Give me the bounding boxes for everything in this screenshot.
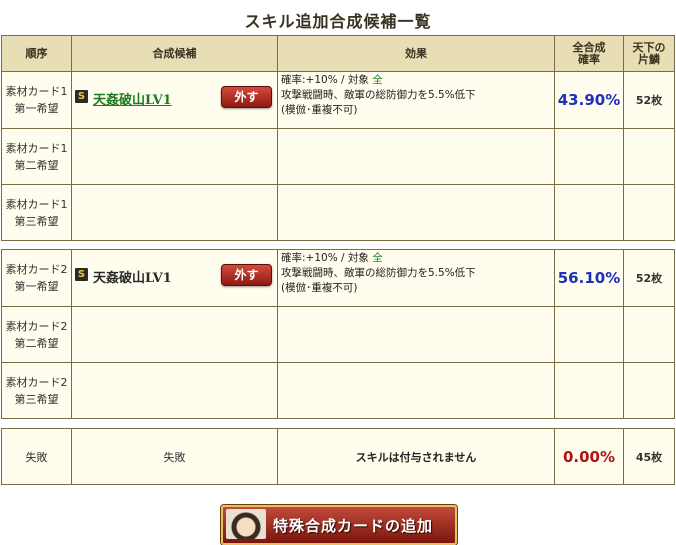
effect-note: (模倣･重複不可) <box>281 282 358 294</box>
order-label: 素材カード2 <box>5 263 68 276</box>
order-label: 素材カード2 <box>5 375 68 389</box>
preference-label: 第二希望 <box>14 336 59 350</box>
header-effect: 効果 <box>277 35 555 72</box>
candidate-cell-empty[interactable] <box>71 184 278 241</box>
effect-target-all: 全 <box>372 74 383 86</box>
success-rate: 56.10% <box>554 249 624 307</box>
count-cell-empty <box>623 128 675 185</box>
order-cell: 素材カード1 第三希望 <box>1 184 72 241</box>
general-portrait-icon <box>226 509 266 539</box>
header-candidate: 合成候補 <box>71 35 278 72</box>
add-special-card-button[interactable]: 特殊合成カードの追加 <box>221 505 457 545</box>
failure-row: 失敗 失敗 スキルは付与されません 0.00% 45枚 <box>1 428 675 485</box>
candidate-cell-empty[interactable] <box>71 306 278 363</box>
failure-candidate: 失敗 <box>71 428 278 485</box>
effect-cell-empty <box>277 306 555 363</box>
failure-order: 失敗 <box>1 428 72 485</box>
count-cell-empty <box>623 184 675 241</box>
failure-table: 失敗 失敗 スキルは付与されません 0.00% 45枚 <box>1 428 675 485</box>
effect-cell: 確率:+10% / 対象 全 攻撃戦闘時、敵軍の総防御力を5.5%低下 (模倣･… <box>277 71 555 129</box>
s-rank-icon: S <box>75 90 88 103</box>
rate-cell-empty <box>554 184 624 241</box>
effect-rate-target: 確率:+10% / 対象 <box>281 74 373 86</box>
preference-label: 第一希望 <box>14 280 59 293</box>
failure-effect: スキルは付与されません <box>277 428 555 485</box>
failure-rate: 0.00% <box>554 428 624 485</box>
order-label: 素材カード1 <box>5 85 68 98</box>
table-header-row: 順序 合成候補 効果 全合成 確率 天下の 片鱗 <box>1 35 675 72</box>
effect-cell-empty <box>277 184 555 241</box>
candidate-cell: S 天姦破山LV1 外す <box>71 249 278 307</box>
order-cell: 素材カード2 第二希望 <box>1 306 72 363</box>
table-row: 素材カード2 第二希望 <box>1 306 675 363</box>
header-fragments: 天下の 片鱗 <box>623 35 675 72</box>
table-row: 素材カード1 第一希望 S 天姦破山LV1 外す 確率:+10% / 対象 全 攻… <box>1 71 675 129</box>
page-title: スキル追加合成候補一覧 <box>244 12 432 31</box>
rate-cell-empty <box>554 306 624 363</box>
effect-rate-target: 確率:+10% / 対象 <box>281 252 373 264</box>
table-row: 素材カード1 第二希望 <box>1 128 675 185</box>
candidate-cell: S 天姦破山LV1 外す <box>71 71 278 129</box>
table-row: 素材カード1 第三希望 <box>1 184 675 241</box>
count-cell-empty <box>623 306 675 363</box>
order-label: 素材カード2 <box>5 319 68 333</box>
effect-note: (模倣･重複不可) <box>281 104 358 116</box>
preference-label: 第三希望 <box>14 392 59 406</box>
preference-label: 第二希望 <box>14 158 59 172</box>
order-cell: 素材カード2 第一希望 <box>1 249 72 307</box>
order-cell: 素材カード2 第三希望 <box>1 362 72 419</box>
skill-name: 天姦破山LV1 <box>93 271 172 286</box>
order-label: 素材カード1 <box>5 141 68 155</box>
fragment-count: 52枚 <box>623 249 675 307</box>
candidate-cell-empty[interactable] <box>71 128 278 185</box>
add-special-card-label: 特殊合成カードの追加 <box>273 517 434 535</box>
header-fragments-line2: 片鱗 <box>638 52 660 66</box>
effect-description: 攻撃戦闘時、敵軍の総防御力を5.5%低下 <box>281 89 476 101</box>
s-rank-icon: S <box>75 268 88 281</box>
effect-target-all: 全 <box>372 252 383 264</box>
count-cell-empty <box>623 362 675 419</box>
effect-description: 攻撃戦闘時、敵軍の総防御力を5.5%低下 <box>281 267 476 279</box>
rate-cell-empty <box>554 362 624 419</box>
material1-table: 順序 合成候補 効果 全合成 確率 天下の 片鱗 素材カード1 第一希望 S 天姦破山… <box>1 35 675 241</box>
effect-cell-empty <box>277 128 555 185</box>
order-cell: 素材カード1 第二希望 <box>1 128 72 185</box>
candidate-cell-empty[interactable] <box>71 362 278 419</box>
order-label: 素材カード1 <box>5 197 68 211</box>
effect-cell-empty <box>277 362 555 419</box>
header-rate: 全合成 確率 <box>554 35 624 72</box>
rate-cell-empty <box>554 128 624 185</box>
remove-button[interactable]: 外す <box>221 264 272 286</box>
header-rate-line2: 確率 <box>578 52 600 66</box>
success-rate: 43.90% <box>554 71 624 129</box>
table-row: 素材カード2 第三希望 <box>1 362 675 419</box>
effect-cell: 確率:+10% / 対象 全 攻撃戦闘時、敵軍の総防御力を5.5%低下 (模倣･… <box>277 249 555 307</box>
preference-label: 第三希望 <box>14 214 59 228</box>
failure-count: 45枚 <box>623 428 675 485</box>
material2-table: 素材カード2 第一希望 S 天姦破山LV1 外す 確率:+10% / 対象 全 攻… <box>1 249 675 419</box>
fragment-count: 52枚 <box>623 71 675 129</box>
skill-name-link[interactable]: 天姦破山LV1 <box>93 89 172 108</box>
remove-button[interactable]: 外す <box>221 86 272 108</box>
header-order: 順序 <box>1 35 72 72</box>
preference-label: 第一希望 <box>14 102 59 115</box>
table-row: 素材カード2 第一希望 S 天姦破山LV1 外す 確率:+10% / 対象 全 攻… <box>1 249 675 307</box>
order-cell: 素材カード1 第一希望 <box>1 71 72 129</box>
